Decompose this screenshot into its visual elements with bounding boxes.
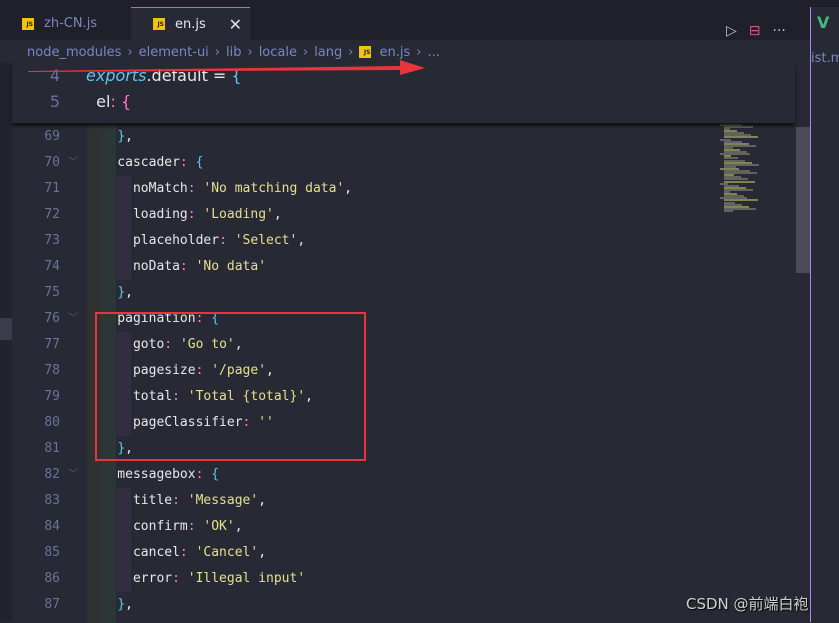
watermark: CSDN @前端白袍 <box>686 595 809 613</box>
annotation-arrow <box>28 60 425 75</box>
